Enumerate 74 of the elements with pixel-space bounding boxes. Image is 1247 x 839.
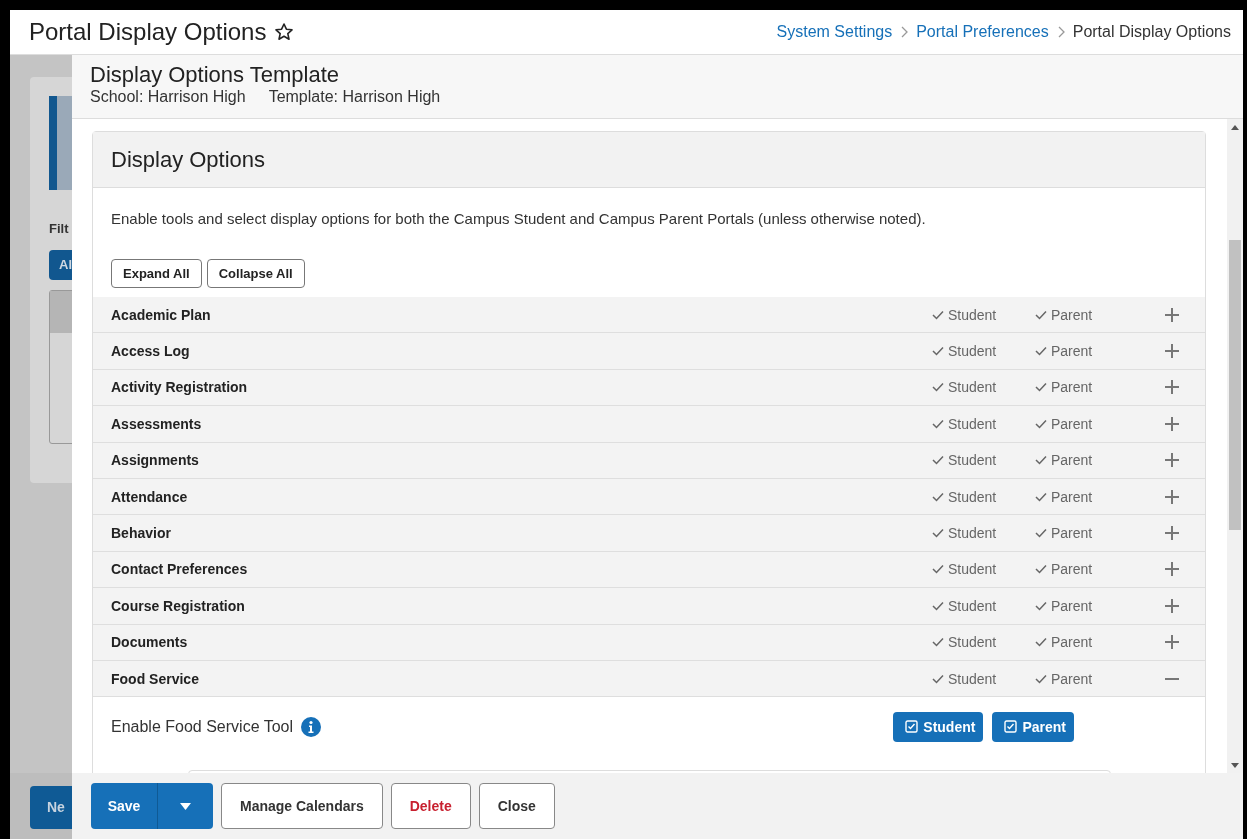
option-name[interactable]: Documents [111, 634, 932, 651]
option-name[interactable]: Activity Registration [111, 379, 932, 396]
chevron-icon [900, 26, 909, 38]
audience-label: Parent [1051, 597, 1093, 614]
audience-label: Student [948, 525, 997, 542]
expand-icon[interactable] [1165, 489, 1179, 504]
expand-icon[interactable] [1165, 635, 1179, 650]
option-name[interactable]: Academic Plan [111, 306, 932, 323]
audience-label: Parent [1051, 452, 1093, 469]
audience-label: Student [948, 488, 997, 505]
audience-label: Parent [1051, 525, 1093, 542]
audience-label: Parent [1051, 343, 1093, 360]
breadcrumb-current: Portal Display Options [1072, 23, 1231, 41]
star-icon[interactable] [274, 22, 295, 42]
option-name[interactable]: Assignments [111, 452, 932, 469]
audience-label: Parent [1051, 306, 1093, 323]
panel-title: Display Options Template [90, 63, 341, 87]
option-name[interactable]: Access Log [111, 343, 932, 360]
school-label: School: Harrison High [90, 88, 246, 106]
audience-label: Student [948, 415, 997, 432]
option-name[interactable]: Behavior [111, 525, 932, 542]
footer-button[interactable]: Manage Calendars [221, 783, 383, 829]
audience-label: Student [948, 343, 997, 360]
audience-label: Parent [1051, 561, 1093, 578]
audience-toggle[interactable]: Student [893, 711, 984, 742]
template-label: Template: Harrison High [268, 88, 441, 106]
info-icon[interactable] [301, 716, 322, 737]
audience-label: Student [948, 634, 997, 651]
audience-label: Student [948, 670, 997, 687]
caret-icon [180, 802, 191, 810]
expand-icon[interactable] [1165, 416, 1179, 431]
audience-label: Parent [1051, 488, 1093, 505]
audience-toggle[interactable]: Parent [992, 711, 1074, 742]
checkbox-checked-icon [905, 720, 919, 734]
expand-icon[interactable] [1165, 526, 1179, 541]
chevron-icon [1056, 26, 1065, 38]
footer-button[interactable]: Close [478, 783, 555, 829]
expand-icon[interactable] [1165, 562, 1179, 577]
option-name[interactable]: Attendance [111, 488, 932, 505]
toggle-all-button[interactable]: Expand All [111, 259, 202, 288]
filter-label: Filt [49, 221, 69, 236]
audience-label: Parent [1051, 634, 1093, 651]
delete-button[interactable]: Delete [390, 783, 471, 829]
audience-label: Student [948, 561, 997, 578]
expand-icon[interactable] [1165, 598, 1179, 613]
audience-label: Student [948, 379, 997, 396]
checkbox-checked-icon [1004, 720, 1018, 734]
audience-label: Parent [1051, 415, 1093, 432]
save-button[interactable]: Save [91, 783, 157, 829]
option-name[interactable]: Food Service [111, 670, 932, 687]
audience-label: Parent [1051, 379, 1093, 396]
expand-icon[interactable] [1165, 380, 1179, 395]
scroll-up-icon[interactable] [1231, 125, 1239, 130]
audience-label: Parent [1051, 670, 1093, 687]
scroll-down-icon[interactable] [1231, 763, 1239, 768]
filter-button[interactable]: Al [49, 250, 72, 280]
option-name[interactable]: Contact Preferences [111, 561, 932, 578]
audience-label: Student [948, 597, 997, 614]
scrollbar[interactable] [1227, 119, 1243, 773]
expand-icon[interactable] [1165, 344, 1179, 359]
detail-label: Enable Food Service Tool [111, 717, 294, 736]
new-button[interactable]: Ne [30, 786, 72, 829]
toggle-all-button[interactable]: Collapse All [206, 259, 305, 288]
expand-icon[interactable] [1165, 307, 1179, 322]
audience-label: Student [948, 452, 997, 469]
card-title: Display Options [111, 146, 266, 173]
page-title: Portal Display Options [29, 18, 267, 46]
audience-label: Student [948, 306, 997, 323]
description-text: Enable tools and select display options for both the Campus Student and Campus Parent Portals (unless otherwise noted). [110, 209, 927, 227]
breadcrumb-link[interactable]: System Settings [776, 23, 893, 41]
option-name[interactable]: Assessments [111, 415, 932, 432]
expand-icon[interactable] [1165, 453, 1179, 468]
breadcrumb-link[interactable]: Portal Preferences [916, 23, 1049, 41]
option-name[interactable]: Course Registration [111, 597, 932, 614]
